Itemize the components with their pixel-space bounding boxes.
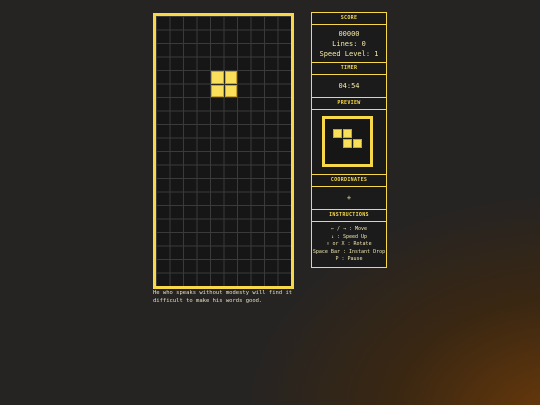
active-piece-block: [224, 84, 237, 97]
instructions-title: INSTRUCTIONS: [312, 209, 386, 222]
active-piece-block: [224, 71, 237, 84]
active-piece-block: [211, 84, 224, 97]
coordinates-title: COORDINATES: [312, 174, 386, 187]
game-board[interactable]: [153, 13, 294, 289]
instruction-speed-up: ↓ : Speed Up: [330, 233, 368, 240]
instruction-move: ← / → : Move: [330, 226, 368, 232]
preview-piece-block: [343, 129, 352, 138]
preview-piece-block: [353, 139, 362, 148]
lines-count: Lines: 0: [332, 40, 366, 48]
preview-piece-block: [333, 129, 342, 138]
timer-title: TIMER: [312, 62, 386, 75]
active-piece-block: [211, 71, 224, 84]
score-value: 00000: [338, 30, 360, 38]
preview-title: PREVIEW: [312, 97, 386, 110]
instructions-list: ← / → : Move ↓ : Speed Up ↑ or X : Rotat…: [312, 222, 386, 264]
speed-level: Speed Level: 1: [319, 50, 379, 58]
side-panel: SCORE 00000 Lines: 0 Speed Level: 1 TIME…: [311, 12, 387, 268]
coordinates-value: +: [346, 194, 352, 202]
preview-piece-block: [343, 139, 352, 148]
preview-box: [312, 110, 386, 174]
timer-value: 04:54: [338, 82, 360, 90]
instruction-rotate: ↑ or X : Rotate: [326, 241, 372, 248]
instruction-pause: P : Pause: [335, 256, 363, 263]
instruction-instant-drop: Space Bar : Instant Drop: [312, 248, 386, 255]
quote-text: He who speaks without modesty will find …: [153, 290, 293, 304]
score-box: 00000 Lines: 0 Speed Level: 1: [312, 25, 386, 62]
score-title: SCORE: [312, 13, 386, 25]
next-piece-preview: [322, 116, 373, 167]
